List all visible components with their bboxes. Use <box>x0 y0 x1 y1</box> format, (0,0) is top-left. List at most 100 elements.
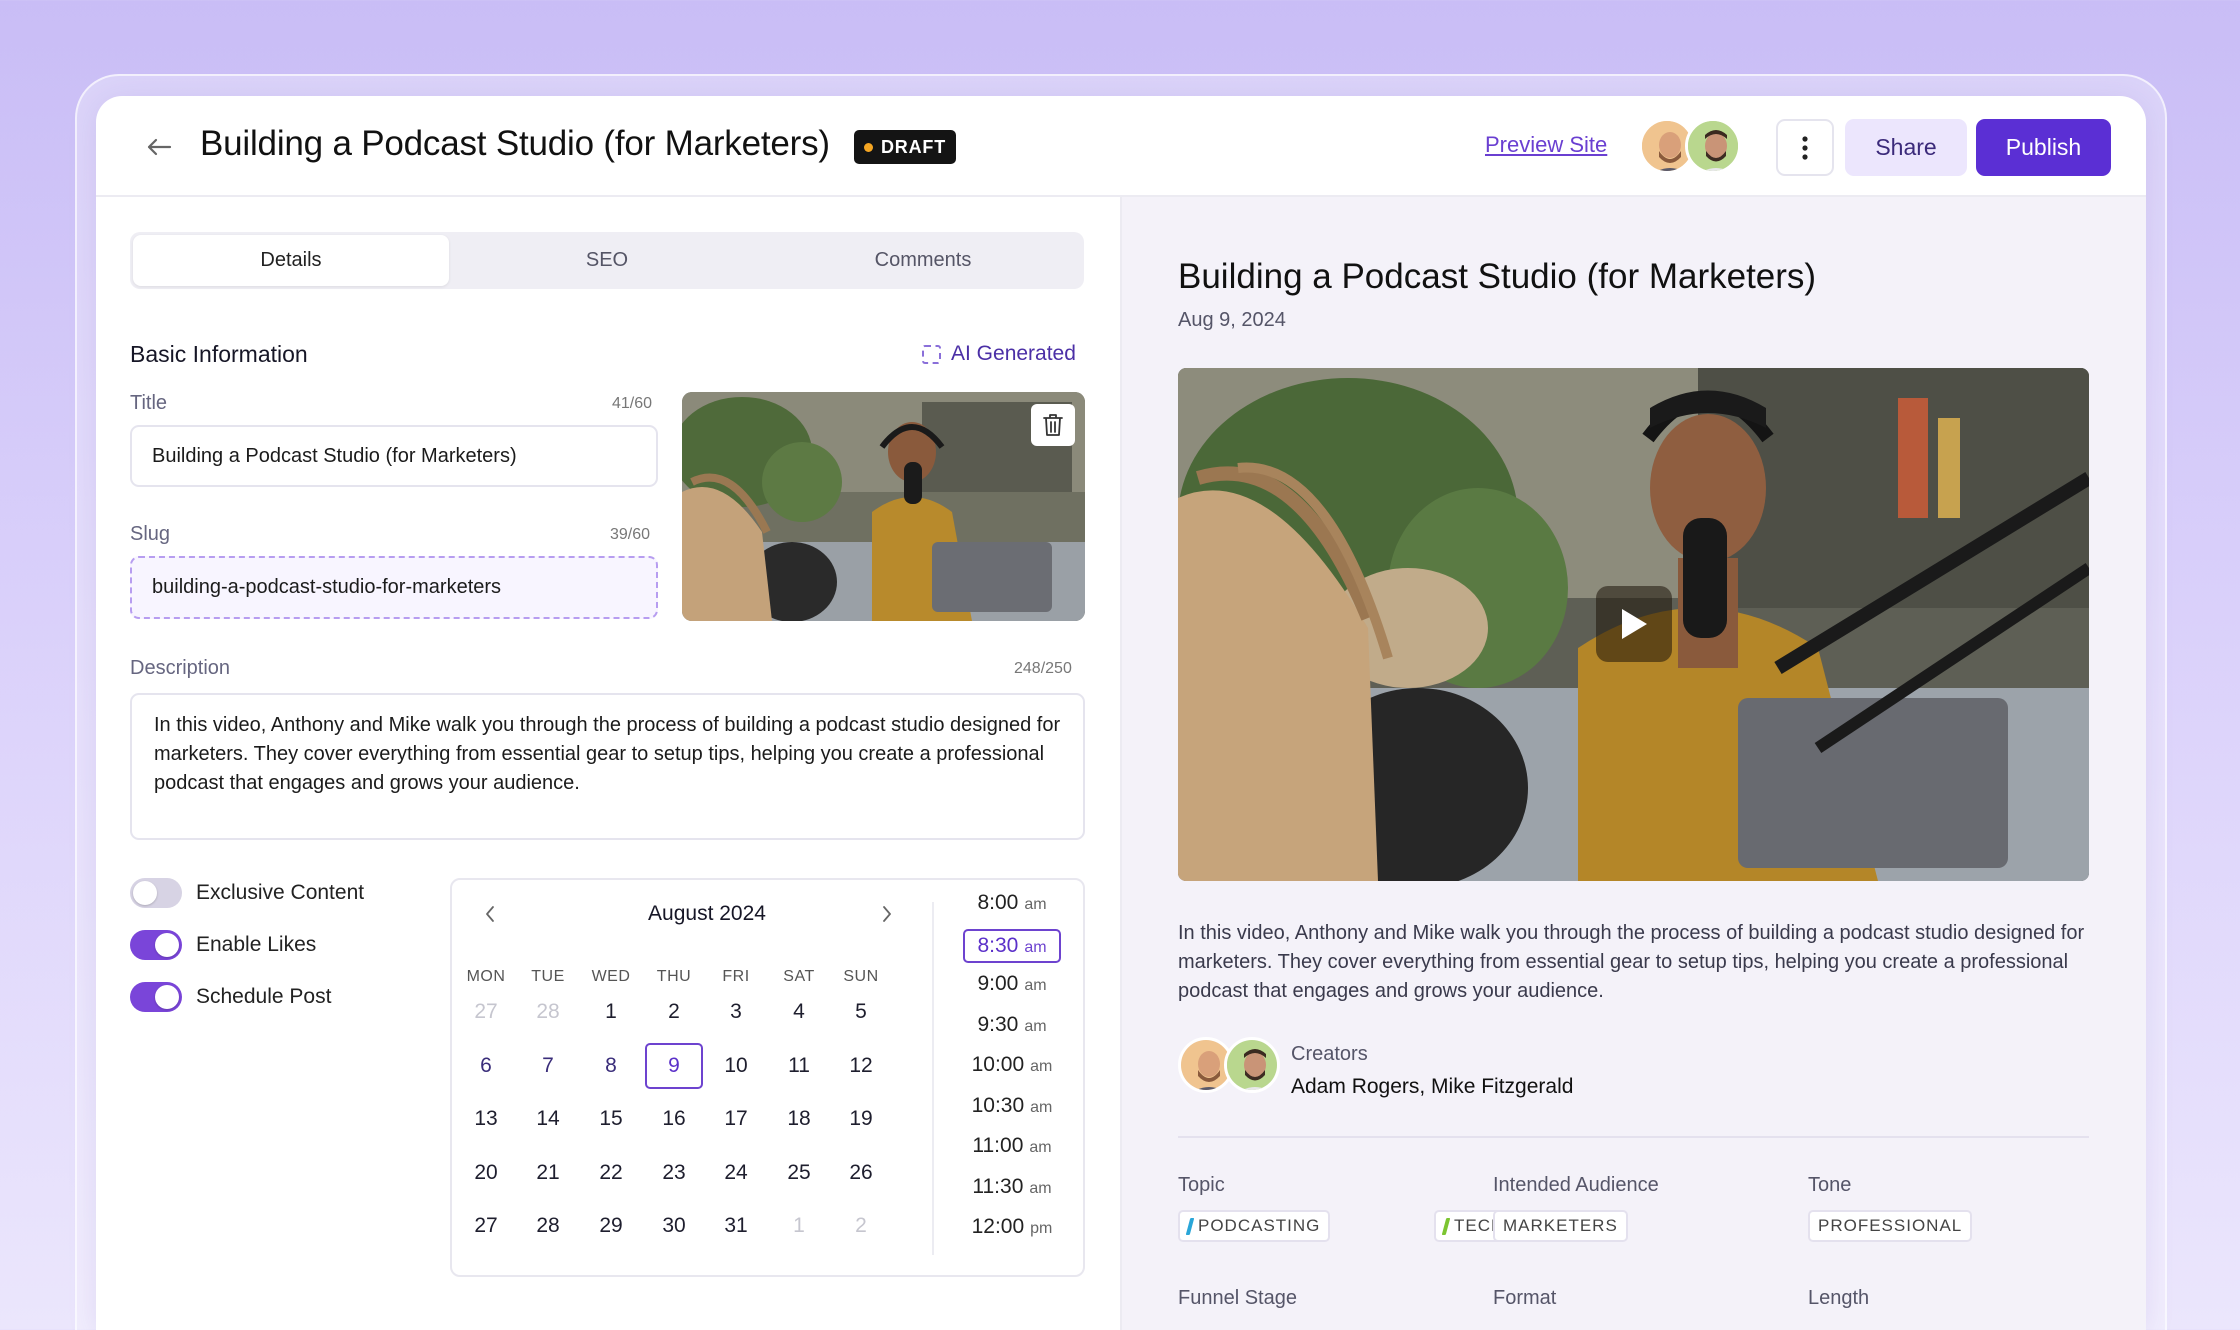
delete-image-button[interactable] <box>1031 404 1075 446</box>
time-slot-period: am <box>1024 1017 1047 1035</box>
podcast-thumbnail-image <box>682 392 1085 621</box>
time-slot[interactable]: 9:30 am <box>952 1010 1072 1044</box>
description-textarea[interactable]: In this video, Anthony and Mike walk you… <box>130 693 1085 840</box>
video-player[interactable] <box>1178 368 2089 881</box>
cover-image[interactable] <box>682 392 1085 621</box>
collaborator-avatars[interactable] <box>1639 118 1749 176</box>
schedule-post-toggle[interactable] <box>130 982 182 1012</box>
slug-input[interactable]: building-a-podcast-studio-for-marketers <box>130 556 658 619</box>
avatar-person-icon <box>1227 1040 1277 1090</box>
time-slot[interactable]: 12:00 pm <box>952 1212 1072 1246</box>
format-label: Format <box>1493 1287 1557 1309</box>
audience-label: Intended Audience <box>1493 1174 1659 1196</box>
preview-panel: Building a Podcast Studio (for Marketers… <box>1122 197 2146 1330</box>
calendar-day[interactable]: 5 <box>832 989 890 1035</box>
calendar-day[interactable]: 22 <box>582 1150 640 1196</box>
calendar-day[interactable]: 14 <box>519 1096 577 1142</box>
calendar-day[interactable]: 31 <box>707 1203 765 1249</box>
calendar-day: 27 <box>474 1000 498 1023</box>
calendar-day[interactable]: 29 <box>582 1203 640 1249</box>
title-input[interactable]: Building a Podcast Studio (for Marketers… <box>130 425 658 487</box>
weekday-header: SAT <box>783 968 815 985</box>
enable-likes-toggle[interactable] <box>130 930 182 960</box>
exclusive-content-toggle[interactable] <box>130 878 182 908</box>
ai-sparkle-icon <box>922 344 941 364</box>
trash-icon <box>1043 414 1063 436</box>
time-slot-value: 11:00 <box>972 1134 1024 1157</box>
tab-seo[interactable]: SEO <box>449 235 765 286</box>
calendar-day[interactable]: 2 <box>645 989 703 1035</box>
time-slot-period: pm <box>1030 1220 1053 1237</box>
time-slot[interactable]: 11:30 am <box>952 1172 1072 1206</box>
schedule-post-label: Schedule Post <box>196 985 332 1008</box>
share-button[interactable]: Share <box>1845 119 1967 176</box>
calendar-day[interactable]: 26 <box>832 1150 890 1196</box>
prev-month-button[interactable] <box>478 900 502 928</box>
calendar-day[interactable]: 28 <box>519 1203 577 1249</box>
more-options-button[interactable] <box>1776 119 1834 176</box>
funnel-stage-label: Funnel Stage <box>1178 1287 1297 1309</box>
tab-comments[interactable]: Comments <box>765 235 1081 286</box>
tag-color-icon <box>1185 1217 1195 1235</box>
time-slot[interactable]: 8:30 am <box>963 928 1061 963</box>
description-label: Description <box>130 657 231 679</box>
calendar-day[interactable]: 18 <box>770 1096 828 1142</box>
calendar-day[interactable]: 20 <box>457 1150 515 1196</box>
calendar-day[interactable]: 8 <box>582 1043 640 1089</box>
time-slot[interactable]: 9:00 am <box>952 969 1072 1003</box>
page-title: Building a Podcast Studio (for Marketers… <box>200 124 830 163</box>
calendar-day[interactable]: 6 <box>457 1043 515 1089</box>
preview-site-link[interactable]: Preview Site <box>1485 132 1607 158</box>
description-char-count: 248/250 <box>1014 660 1072 677</box>
time-slot-period: am <box>1024 977 1047 994</box>
calendar-day[interactable]: 7 <box>519 1043 577 1089</box>
time-slot[interactable]: 10:30 am <box>952 1091 1072 1125</box>
audience-tag: MARKETERS <box>1493 1210 1628 1242</box>
calendar-day[interactable]: 10 <box>707 1043 765 1089</box>
back-button[interactable] <box>142 130 176 164</box>
time-slot[interactable]: 8:00 am <box>952 888 1072 922</box>
divider <box>1178 1136 2089 1138</box>
tab-bar: Details SEO Comments <box>130 232 1084 289</box>
ai-generated-label: AI Generated <box>951 342 1076 365</box>
calendar-day[interactable]: 3 <box>707 989 765 1035</box>
time-slot-period: am <box>1030 1098 1053 1116</box>
calendar-day: 28 <box>536 1000 560 1023</box>
calendar-day[interactable]: 15 <box>582 1096 640 1142</box>
calendar-day[interactable]: 13 <box>457 1096 515 1142</box>
title-char-count: 41/60 <box>612 395 653 412</box>
calendar-day[interactable]: 16 <box>645 1096 703 1142</box>
publish-button[interactable]: Publish <box>1976 119 2111 176</box>
calendar-day[interactable]: 12 <box>832 1043 890 1089</box>
enable-likes-label: Enable Likes <box>196 933 317 956</box>
calendar-day[interactable]: 30 <box>645 1203 703 1249</box>
calendar-day[interactable]: 25 <box>770 1150 828 1196</box>
time-slot-value: 9:30 <box>977 1012 1019 1036</box>
topic-label: Topic <box>1178 1174 1225 1196</box>
calendar-day[interactable]: 9 <box>645 1043 703 1089</box>
schedule-post-toggle-row: Schedule Post <box>130 982 331 1012</box>
length-label: Length <box>1808 1287 1870 1309</box>
next-month-button[interactable] <box>875 900 899 928</box>
calendar-day[interactable]: 11 <box>770 1043 828 1089</box>
calendar-day[interactable]: 1 <box>582 989 640 1035</box>
tab-details[interactable]: Details <box>133 235 449 286</box>
ai-generated-toggle[interactable]: AI Generated <box>922 342 1076 366</box>
chevron-right-icon <box>883 906 891 922</box>
topic-tag: PODCASTING <box>1178 1210 1331 1242</box>
title-label: Title <box>130 392 168 414</box>
calendar-day[interactable]: 4 <box>770 989 828 1035</box>
calendar-day[interactable]: 27 <box>457 1203 515 1249</box>
calendar-day[interactable]: 17 <box>707 1096 765 1142</box>
time-slot[interactable]: 11:00 am <box>952 1131 1072 1165</box>
calendar-day[interactable]: 19 <box>832 1096 890 1142</box>
avatar <box>1224 1037 1280 1093</box>
play-button[interactable] <box>1596 586 1672 662</box>
calendar-day[interactable]: 23 <box>645 1150 703 1196</box>
time-slot[interactable]: 10:00 am <box>952 1050 1072 1084</box>
calendar-day[interactable]: 24 <box>707 1150 765 1196</box>
avatar-person-icon <box>1688 121 1738 171</box>
editor-card: Building a Podcast Studio (for Marketers… <box>96 96 2146 1330</box>
calendar-day[interactable]: 21 <box>519 1150 577 1196</box>
calendar-day: 2 <box>855 1214 867 1237</box>
